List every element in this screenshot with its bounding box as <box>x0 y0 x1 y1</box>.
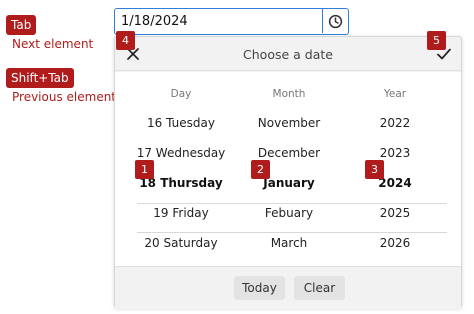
day-item[interactable]: 17 Wednesday <box>121 146 241 160</box>
day-item[interactable]: 16 Tuesday <box>121 116 241 130</box>
selection-top-line <box>137 203 447 204</box>
year-column-header: Year <box>383 88 407 100</box>
picker-title: Choose a date <box>243 47 333 62</box>
picker-footer: Today Clear <box>115 266 461 309</box>
selection-bottom-line <box>137 232 447 233</box>
year-item[interactable]: 2023 <box>335 146 455 160</box>
day-column-header: Day <box>170 88 192 100</box>
shift-tab-key-label: Shift+Tab <box>6 68 74 88</box>
focus-order-badge: 5 <box>427 31 446 50</box>
month-item[interactable]: March <box>229 236 349 250</box>
date-input[interactable]: 1/18/2024 <box>114 8 349 35</box>
clear-button[interactable]: Clear <box>294 276 345 300</box>
day-item[interactable]: 19 Friday <box>121 206 241 220</box>
shift-tab-key-description: Previous element <box>12 90 117 104</box>
tab-key-description: Next element <box>12 37 94 51</box>
focus-order-badge: 3 <box>365 160 384 179</box>
today-button[interactable]: Today <box>234 276 285 300</box>
month-item-selected[interactable]: January <box>229 176 349 190</box>
date-picker-popup: Choose a date Day Month Year 16 Tuesday … <box>114 36 462 309</box>
month-column-header: Month <box>272 88 306 100</box>
focus-order-badge: 4 <box>116 31 135 50</box>
picker-body: Day Month Year 16 Tuesday 17 Wednesday 1… <box>115 72 461 266</box>
open-picker-button[interactable] <box>322 9 348 33</box>
month-item[interactable]: November <box>229 116 349 130</box>
clock-icon <box>328 14 343 28</box>
picker-header: Choose a date <box>115 37 461 71</box>
year-item[interactable]: 2022 <box>335 116 455 130</box>
year-item[interactable]: 2025 <box>335 206 455 220</box>
year-item[interactable]: 2026 <box>335 236 455 250</box>
tab-key-label: Tab <box>6 15 37 35</box>
focus-order-badge: 2 <box>251 160 270 179</box>
date-input-value: 1/18/2024 <box>121 14 188 29</box>
month-item[interactable]: December <box>229 146 349 160</box>
year-item-selected[interactable]: 2024 <box>335 176 455 190</box>
day-item[interactable]: 20 Saturday <box>121 236 241 250</box>
month-item[interactable]: Febuary <box>229 206 349 220</box>
focus-order-badge: 1 <box>135 160 154 179</box>
